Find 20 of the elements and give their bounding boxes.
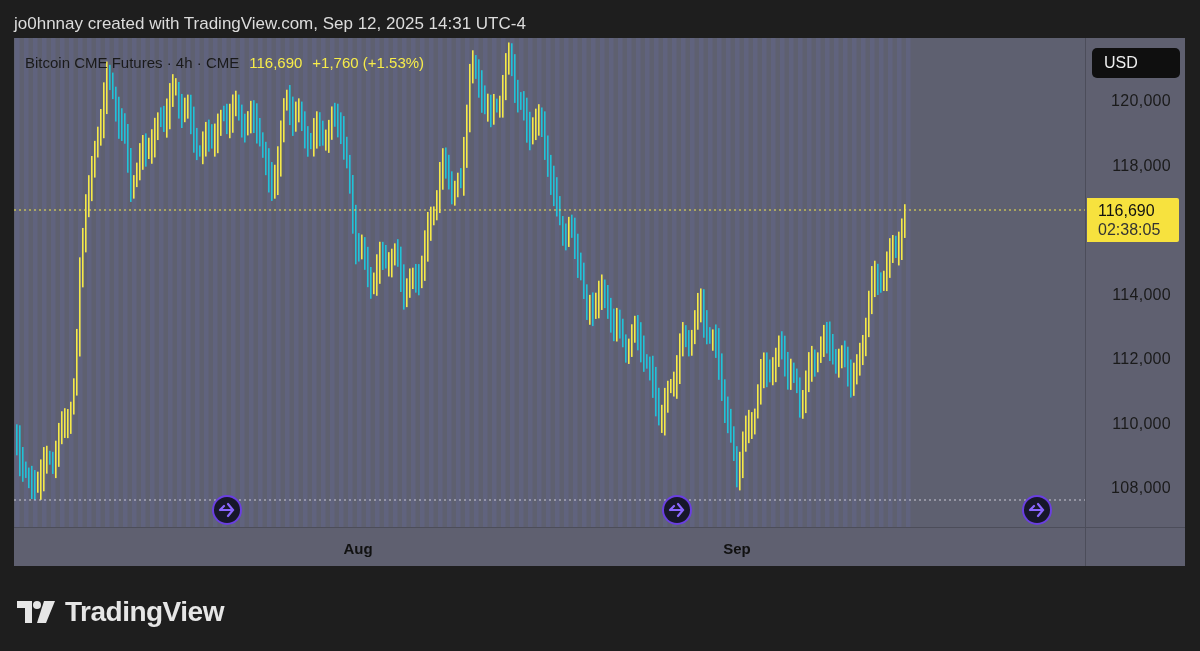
- price-tick: 120,000: [1111, 92, 1171, 110]
- price-tick: 110,000: [1112, 414, 1171, 433]
- brand-name: TradingView: [65, 596, 224, 628]
- time-tick: Aug: [343, 540, 373, 557]
- currency-label[interactable]: USD: [1092, 48, 1180, 78]
- event-marker-icon[interactable]: [212, 495, 242, 525]
- price-tick: 114,000: [1112, 285, 1171, 304]
- time-tick: Sep: [723, 540, 751, 557]
- event-marker-icon[interactable]: [1022, 495, 1052, 525]
- price-tick: 118,000: [1112, 156, 1171, 175]
- event-marker-icon[interactable]: [662, 495, 692, 525]
- last-price-value: 116,690: [1098, 202, 1155, 219]
- price-change: +1,760 (+1.53%): [312, 54, 425, 71]
- symbol-title: Bitcoin CME Futures · 4h · CME: [25, 54, 240, 71]
- price-tick: 108,000: [1111, 479, 1171, 497]
- logo-icon: [17, 601, 55, 623]
- chart-caption: jo0hnnay created with TradingView.com, Sep 12, 2025 14:31 UTC-4: [12, 13, 527, 35]
- bar-countdown: 02:38:05: [1098, 220, 1162, 239]
- last-price: 116,690: [249, 54, 303, 71]
- price-tick: 112,000: [1112, 350, 1171, 368]
